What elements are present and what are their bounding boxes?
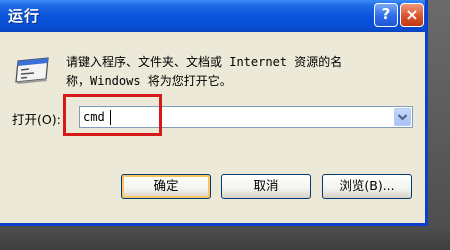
title-bar[interactable]: 运行 ? ×	[0, 0, 425, 32]
instructions-text: 请键入程序、文件夹、文档或 Internet 资源的名 称，Windows 将为…	[66, 53, 416, 91]
help-button[interactable]: ?	[374, 3, 398, 27]
desktop-background-bottom	[0, 226, 450, 250]
chevron-down-icon	[397, 114, 408, 121]
screen: 运行 ? × 请键入程序、文件夹、文档或 Internet 资源的名 称，Win…	[0, 0, 450, 250]
ok-button[interactable]: 确定	[121, 174, 211, 199]
cancel-button[interactable]: 取消	[221, 174, 311, 199]
instructions-line-2: 称，Windows 将为您打开它。	[66, 74, 232, 88]
browse-button[interactable]: 浏览(B)...	[322, 174, 412, 199]
window-title: 运行	[8, 7, 41, 25]
run-program-icon	[15, 57, 49, 84]
run-dialog: 运行 ? × 请键入程序、文件夹、文档或 Internet 资源的名 称，Win…	[0, 0, 428, 226]
close-button[interactable]: ×	[400, 3, 424, 27]
instructions-line-1: 请键入程序、文件夹、文档或 Internet 资源的名	[66, 55, 343, 69]
dropdown-button[interactable]	[394, 108, 411, 126]
highlight-box	[63, 94, 162, 136]
open-label: 打开(O):	[12, 112, 61, 127]
desktop-background-right	[428, 0, 450, 250]
